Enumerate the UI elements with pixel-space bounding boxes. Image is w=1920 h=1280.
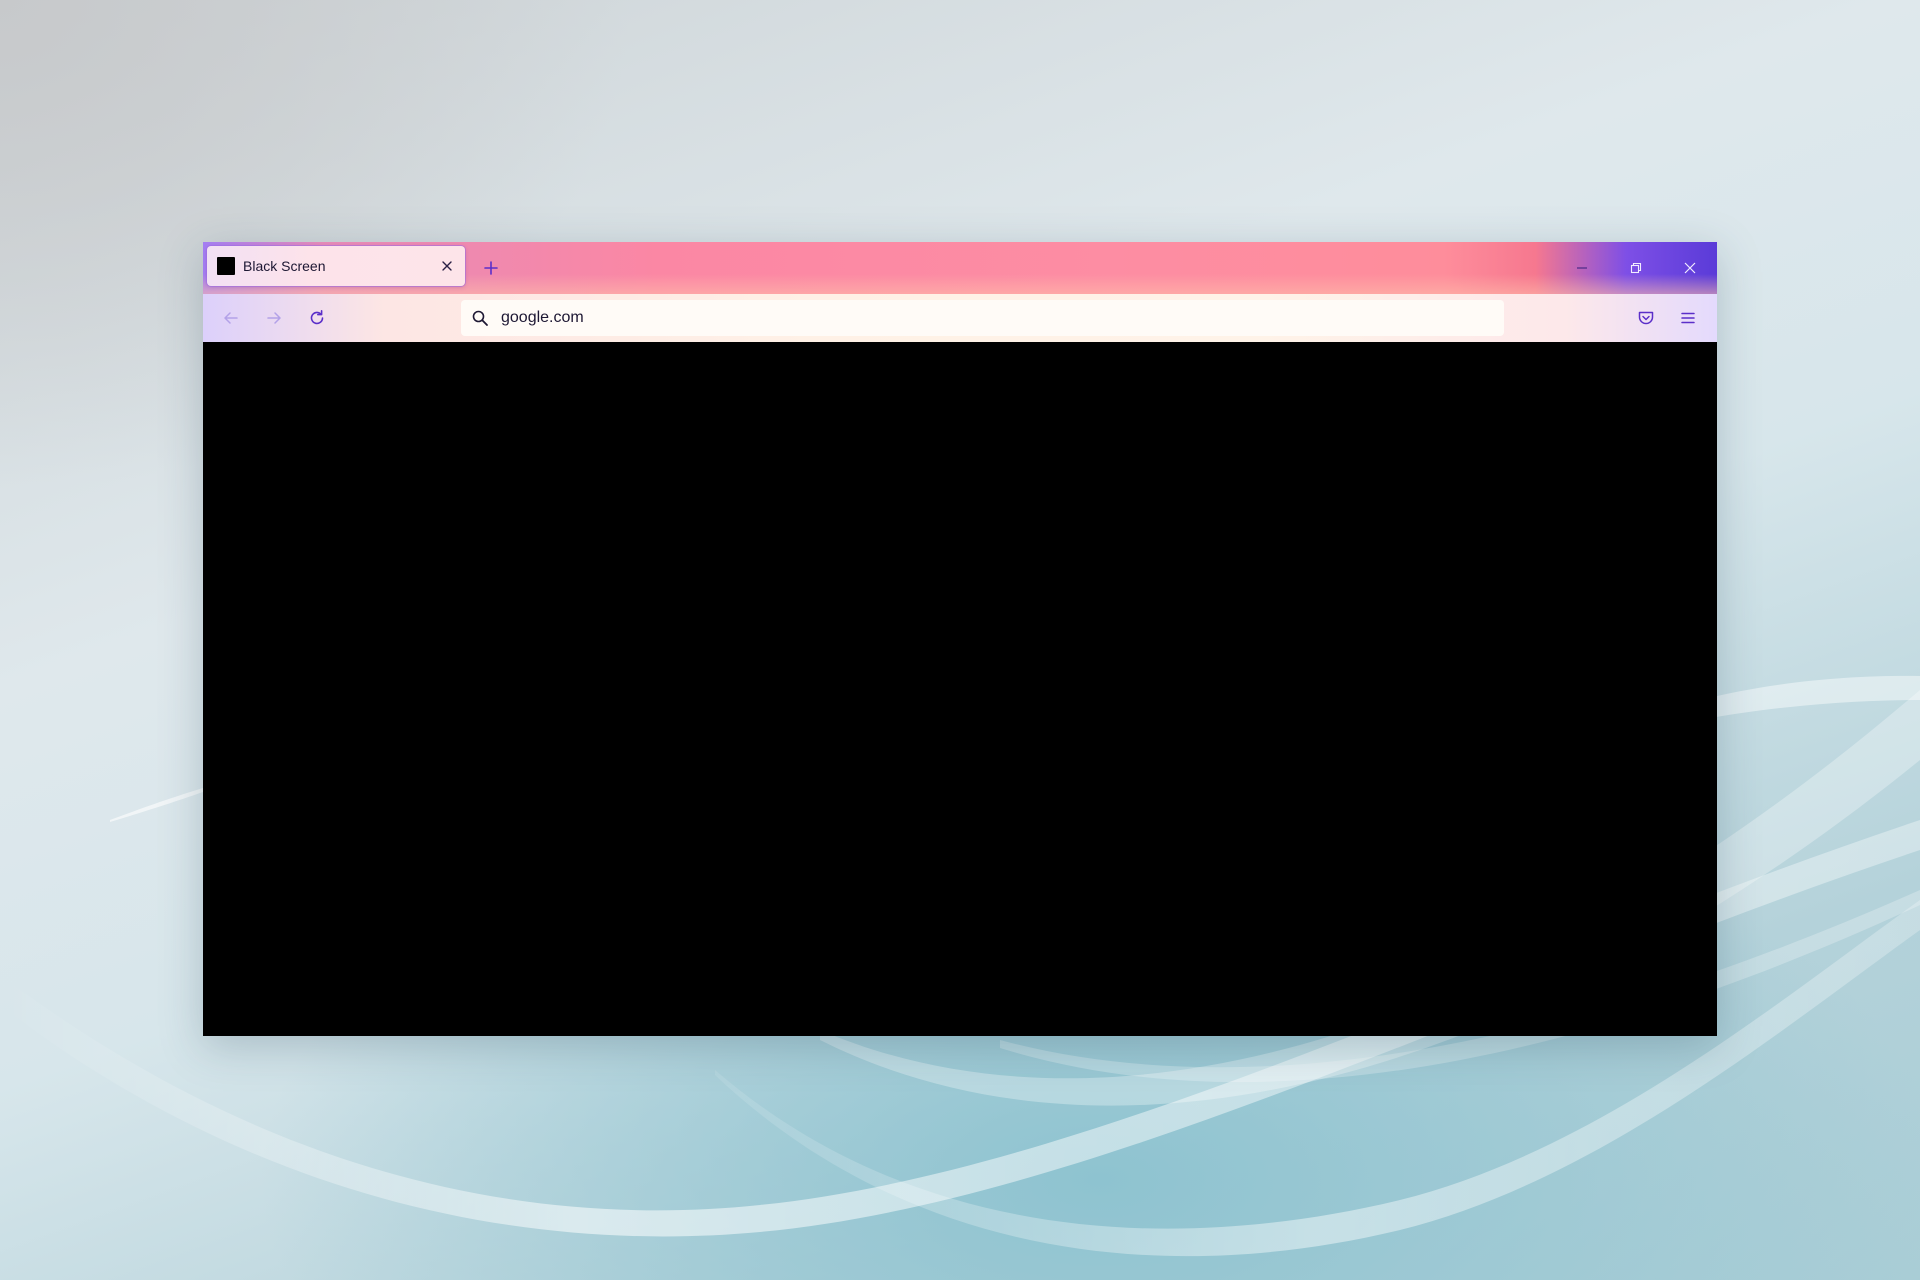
back-button[interactable]: [217, 304, 245, 332]
tab-title: Black Screen: [243, 258, 326, 274]
hamburger-menu-icon: [1681, 312, 1695, 324]
window-controls: [1555, 242, 1717, 294]
tab-black-screen[interactable]: Black Screen: [207, 246, 465, 286]
black-square-icon: [217, 257, 235, 275]
desktop: Black Screen google.com: [0, 0, 1920, 1280]
pocket-button[interactable]: [1632, 304, 1660, 332]
address-text[interactable]: google.com: [501, 309, 584, 327]
close-window-button[interactable]: [1663, 242, 1717, 294]
plus-icon: [484, 261, 498, 275]
page-content-black[interactable]: [203, 342, 1717, 1036]
tab-strip: Black Screen: [203, 242, 1717, 294]
new-tab-button[interactable]: [477, 254, 505, 282]
navigation-toolbar: google.com: [203, 294, 1717, 342]
restore-button[interactable]: [1609, 242, 1663, 294]
forward-button[interactable]: [260, 304, 288, 332]
browser-window: Black Screen google.com: [203, 242, 1717, 1036]
back-arrow-icon: [224, 312, 238, 324]
reload-icon: [310, 310, 324, 325]
address-bar[interactable]: google.com: [461, 300, 1504, 336]
reload-button[interactable]: [303, 304, 331, 332]
restore-icon: [1630, 262, 1642, 274]
minimize-button[interactable]: [1555, 242, 1609, 294]
close-icon: [1684, 262, 1696, 274]
close-icon[interactable]: [439, 258, 455, 274]
minimize-icon: [1577, 267, 1587, 269]
pocket-icon: [1638, 311, 1654, 325]
search-icon: [472, 310, 488, 326]
forward-arrow-icon: [267, 312, 281, 324]
app-menu-button[interactable]: [1674, 304, 1702, 332]
